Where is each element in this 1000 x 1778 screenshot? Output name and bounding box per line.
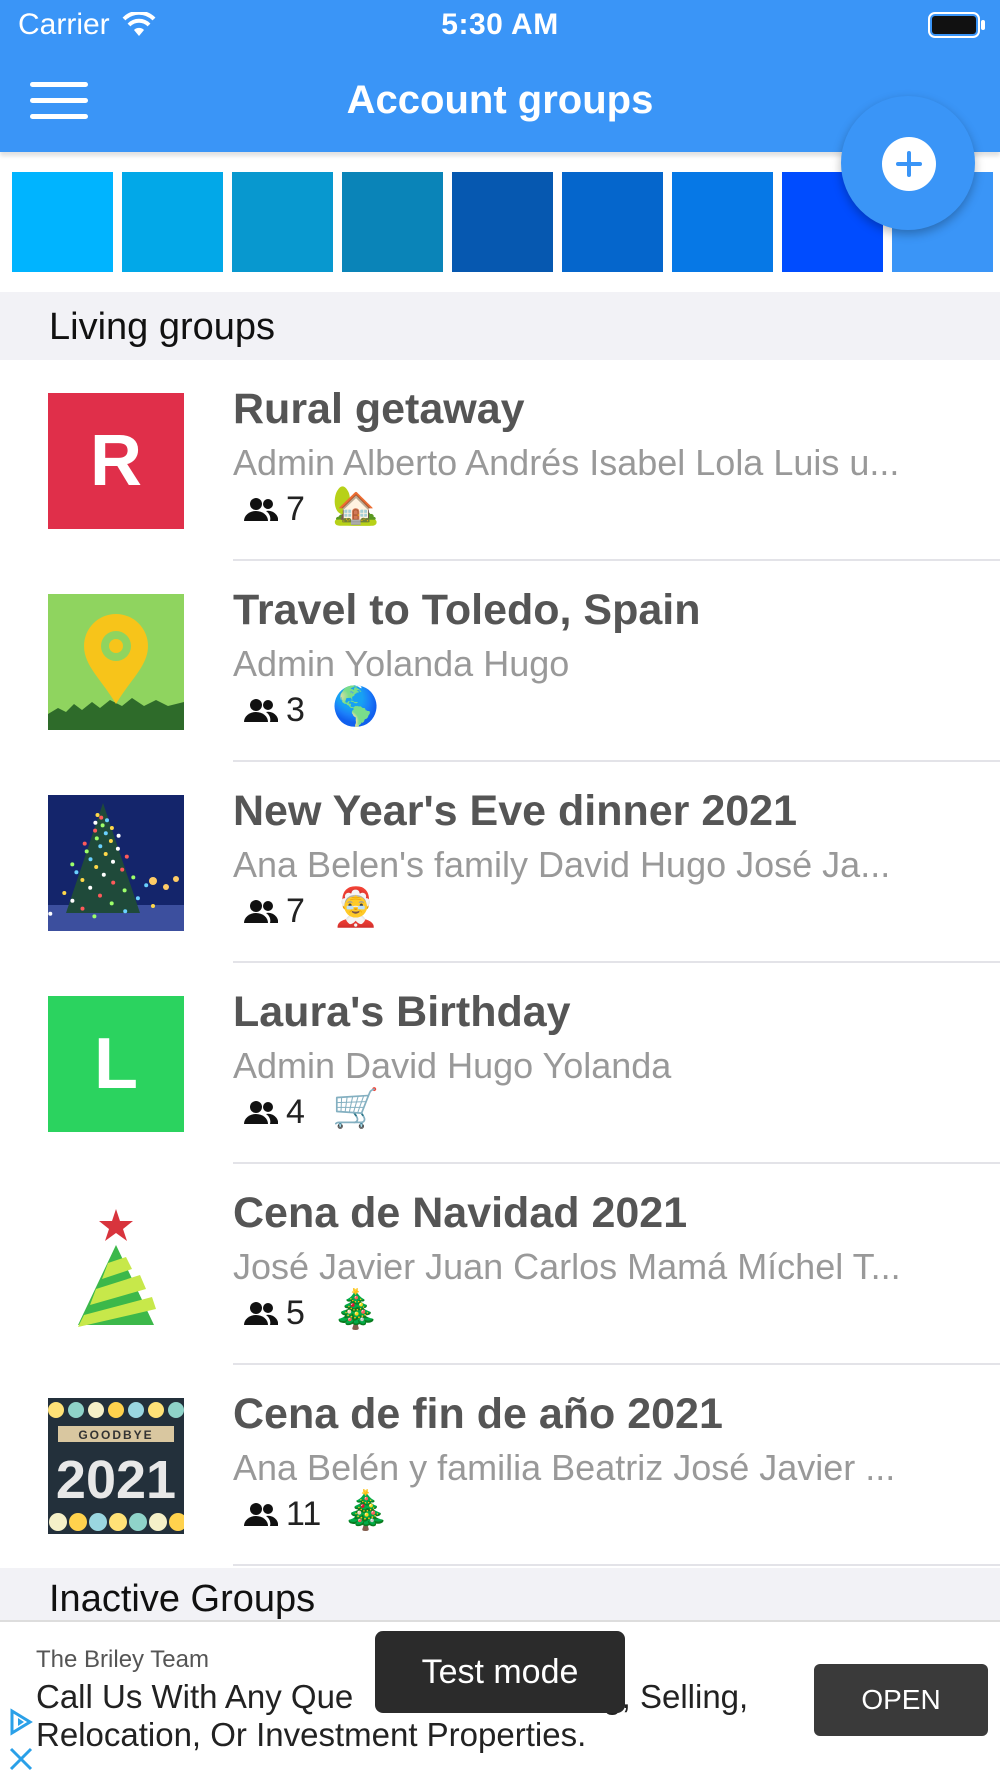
color-swatch[interactable] — [122, 172, 223, 272]
plus-icon — [882, 137, 936, 191]
group-letter-avatar: R — [48, 393, 184, 529]
group-row[interactable]: GOODBYE 2021 Cena de fin de año 2021 Ana Be… — [0, 1365, 1000, 1566]
group-thumbnail — [48, 594, 184, 730]
color-swatch[interactable] — [672, 172, 773, 272]
group-thumbnail: R — [48, 393, 184, 529]
member-count: 5 — [286, 1294, 305, 1332]
people-icon — [244, 900, 278, 923]
group-letter-avatar: L — [48, 996, 184, 1132]
group-row[interactable]: New Year's Eve dinner 2021 Ana Belen's fa… — [0, 762, 1000, 963]
adchoices-icon[interactable] — [8, 1708, 34, 1736]
group-row[interactable]: L Laura's Birthday Admin David Hugo Yoland… — [0, 963, 1000, 1164]
group-members: Ana Belén y familia Beatriz José Javier … — [233, 1447, 896, 1488]
group-title: Cena de fin de año 2021 — [233, 1390, 723, 1438]
member-count: 4 — [286, 1093, 305, 1131]
member-count: 3 — [286, 691, 305, 729]
section-header-inactive: Inactive Groups — [0, 1568, 1000, 1628]
group-members: Admin David Hugo Yolanda — [233, 1045, 672, 1086]
color-swatch[interactable] — [12, 172, 113, 272]
ad-body: Relocation, Or Investment Properties. — [36, 1716, 587, 1753]
member-count: 7 — [286, 892, 305, 930]
group-category-icon: 🛒 — [332, 1088, 380, 1130]
row-divider — [233, 1564, 1000, 1566]
group-title: Cena de Navidad 2021 — [233, 1189, 688, 1237]
people-icon — [244, 498, 278, 521]
group-title: New Year's Eve dinner 2021 — [233, 787, 797, 835]
group-title: Rural getaway — [233, 385, 525, 433]
people-icon — [244, 1302, 278, 1325]
member-count: 11 — [286, 1495, 322, 1533]
group-title: Travel to Toledo, Spain — [233, 586, 701, 634]
group-members: Admin Yolanda Hugo — [233, 643, 570, 684]
group-thumbnail: GOODBYE 2021 — [48, 1398, 184, 1534]
close-icon[interactable] — [8, 1746, 34, 1772]
color-swatch[interactable] — [232, 172, 333, 272]
group-row[interactable]: Travel to Toledo, Spain Admin Yolanda Hug… — [0, 561, 1000, 762]
group-category-icon: 🎄 — [342, 1490, 390, 1532]
group-members: Ana Belen's family David Hugo José Ja... — [233, 844, 891, 885]
test-mode-toast: Test mode — [375, 1631, 625, 1713]
page-title: Account groups — [346, 78, 654, 122]
people-icon — [244, 699, 278, 722]
ad-open-button[interactable]: OPEN — [814, 1664, 988, 1736]
ad-advertiser: The Briley Team — [36, 1646, 209, 1673]
section-title-living: Living groups — [49, 306, 276, 348]
battery-icon — [928, 12, 985, 38]
group-members: José Javier Juan Carlos Mamá Míchel T... — [233, 1246, 901, 1287]
group-category-icon: 🎄 — [332, 1289, 380, 1331]
people-icon — [244, 1101, 278, 1124]
svg-text:2021: 2021 — [56, 1450, 176, 1510]
add-group-button[interactable] — [841, 96, 975, 230]
color-swatch[interactable] — [452, 172, 553, 272]
color-swatch[interactable] — [562, 172, 663, 272]
group-category-icon: 🌎 — [332, 686, 380, 728]
group-thumbnail: L — [48, 996, 184, 1132]
people-icon — [244, 1503, 278, 1526]
group-category-icon: 🤶 — [332, 887, 380, 929]
color-swatch[interactable] — [342, 172, 443, 272]
clock-label: 5:30 AM — [441, 8, 559, 41]
svg-text:GOODBYE: GOODBYE — [78, 1428, 153, 1442]
group-row[interactable]: Cena de Navidad 2021 José Javier Juan Car… — [0, 1164, 1000, 1365]
group-thumbnail — [48, 795, 184, 931]
group-thumbnail — [48, 1197, 184, 1333]
group-members: Admin Alberto Andrés Isabel Lola Luis u.… — [233, 442, 900, 483]
member-count: 7 — [286, 490, 305, 528]
group-category-icon: 🏡 — [332, 485, 380, 527]
section-header-living: Living groups — [0, 292, 1000, 360]
group-title: Laura's Birthday — [233, 988, 571, 1036]
section-title-inactive: Inactive Groups — [49, 1578, 316, 1620]
group-row[interactable]: R Rural getaway Admin Alberto Andrés Isabe… — [0, 360, 1000, 561]
